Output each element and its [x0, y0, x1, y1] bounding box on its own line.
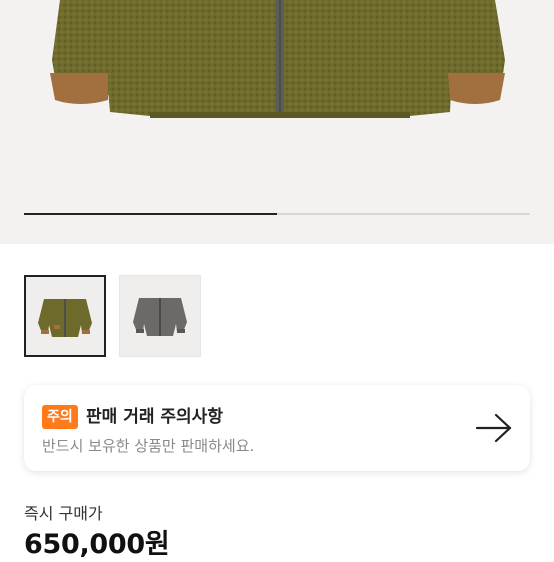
gray-jacket-thumbnail-icon	[120, 276, 200, 356]
carousel-progress-fill	[24, 213, 277, 215]
carousel-progress-track	[24, 213, 530, 215]
olive-fleece-jacket-image	[50, 0, 505, 118]
sales-notice-card[interactable]: 주의 판매 거래 주의사항 반드시 보유한 상품만 판매하세요.	[24, 385, 530, 471]
notice-title: 판매 거래 주의사항	[86, 407, 223, 427]
thumbnail-olive-jacket[interactable]	[24, 275, 106, 357]
olive-jacket-thumbnail-icon	[26, 277, 104, 355]
instant-buy-price-label: 즉시 구매가	[24, 504, 103, 523]
product-hero-image[interactable]	[0, 0, 554, 244]
warning-badge: 주의	[42, 405, 78, 429]
thumbnail-gray-jacket[interactable]	[119, 275, 201, 357]
instant-buy-price-value: 650,000원	[24, 529, 170, 560]
arrow-right-icon[interactable]	[474, 412, 514, 444]
notice-subtitle: 반드시 보유한 상품만 판매하세요.	[42, 437, 255, 455]
